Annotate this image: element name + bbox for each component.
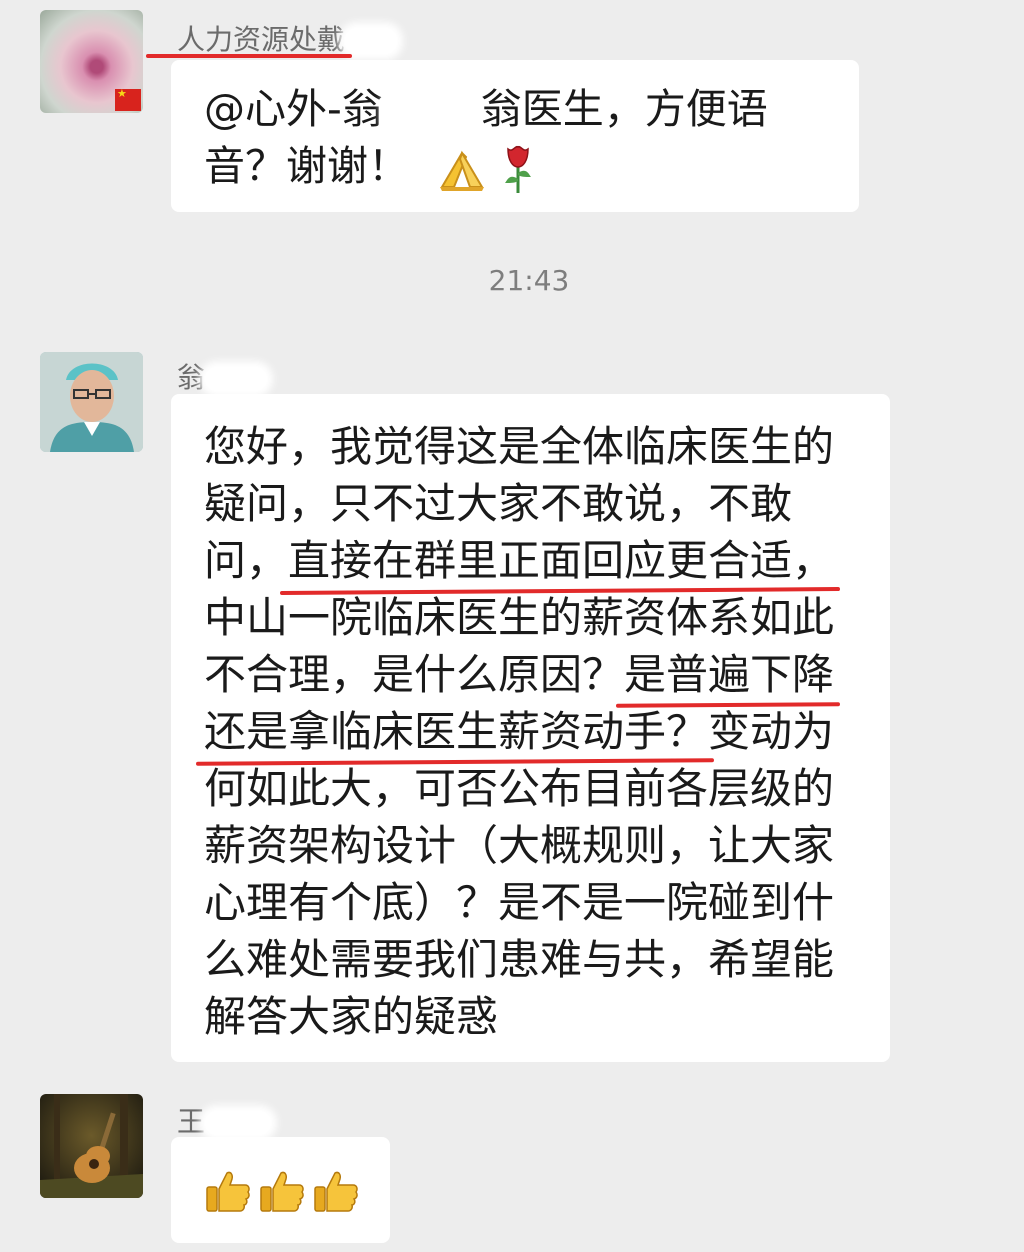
rose-emoji-icon: [501, 143, 535, 195]
sender-name: 人力资源处戴: [177, 18, 398, 58]
sender-avatar[interactable]: [40, 1094, 143, 1198]
highlight-underline: [146, 54, 352, 58]
message-line: 薪资架构设计（大概规则，让大家: [204, 821, 835, 870]
message-line: 中山一院临床医生的薪资体系如此: [204, 593, 835, 642]
thumbs-up-icon: [260, 1171, 304, 1212]
message-line: 还是拿临床医生薪资动手？变动为: [204, 703, 834, 760]
pray-emoji-icon: [436, 147, 488, 191]
message-bubble[interactable]: 您好，我觉得这是全体临床医生的 疑问，只不过大家不敢说，不敢 问，直接在群里正面…: [171, 394, 890, 1062]
china-flag-icon: [115, 87, 141, 111]
sender-name-text: 王: [177, 1105, 206, 1138]
thumbs-up-icon: [206, 1171, 250, 1212]
message-line: 何如此大，可否公布目前各层级的: [204, 764, 835, 813]
sender-name: 翁: [177, 356, 268, 396]
timestamp: 21:43: [488, 264, 570, 297]
message-text: 翁医生，方便语: [480, 85, 768, 133]
message-line: 么难处需要我们患难与共，希望能: [204, 935, 835, 984]
sender-name: 王: [177, 1100, 272, 1140]
message-line: 您好，我觉得这是全体临床医生的: [204, 422, 835, 471]
sender-avatar[interactable]: [40, 10, 143, 113]
message-line: 问，直接在群里正面回应更合适，: [204, 532, 834, 589]
message-line: 不合理，是什么原因？是普遍下降: [204, 646, 834, 703]
underlined-text: 直接在群里正面回应更合适，: [288, 532, 834, 589]
message-line: 心理有个底）？是不是一院碰到什: [204, 878, 835, 927]
doctor-avatar-icon: [40, 352, 143, 452]
message-text: 音？谢谢！: [204, 142, 409, 190]
message-bubble[interactable]: @心外-翁 翁医生，方便语 音？谢谢！: [171, 60, 859, 212]
thumbs-up-icon: [314, 1171, 358, 1212]
message-line: 解答大家的疑惑: [204, 992, 499, 1041]
underlined-text: 是普遍下降: [624, 646, 834, 703]
message-bubble[interactable]: [171, 1137, 390, 1243]
underlined-text: 还是拿临床医生薪资动手？: [204, 703, 708, 760]
mention-text[interactable]: @心外-翁: [204, 85, 383, 133]
guitar-avatar-icon: [40, 1094, 143, 1198]
message-line: 疑问，只不过大家不敢说，不敢: [204, 479, 793, 528]
sender-name-text: 人力资源处戴: [177, 23, 346, 56]
sender-avatar[interactable]: [40, 352, 143, 452]
sender-name-text: 翁: [177, 361, 206, 394]
